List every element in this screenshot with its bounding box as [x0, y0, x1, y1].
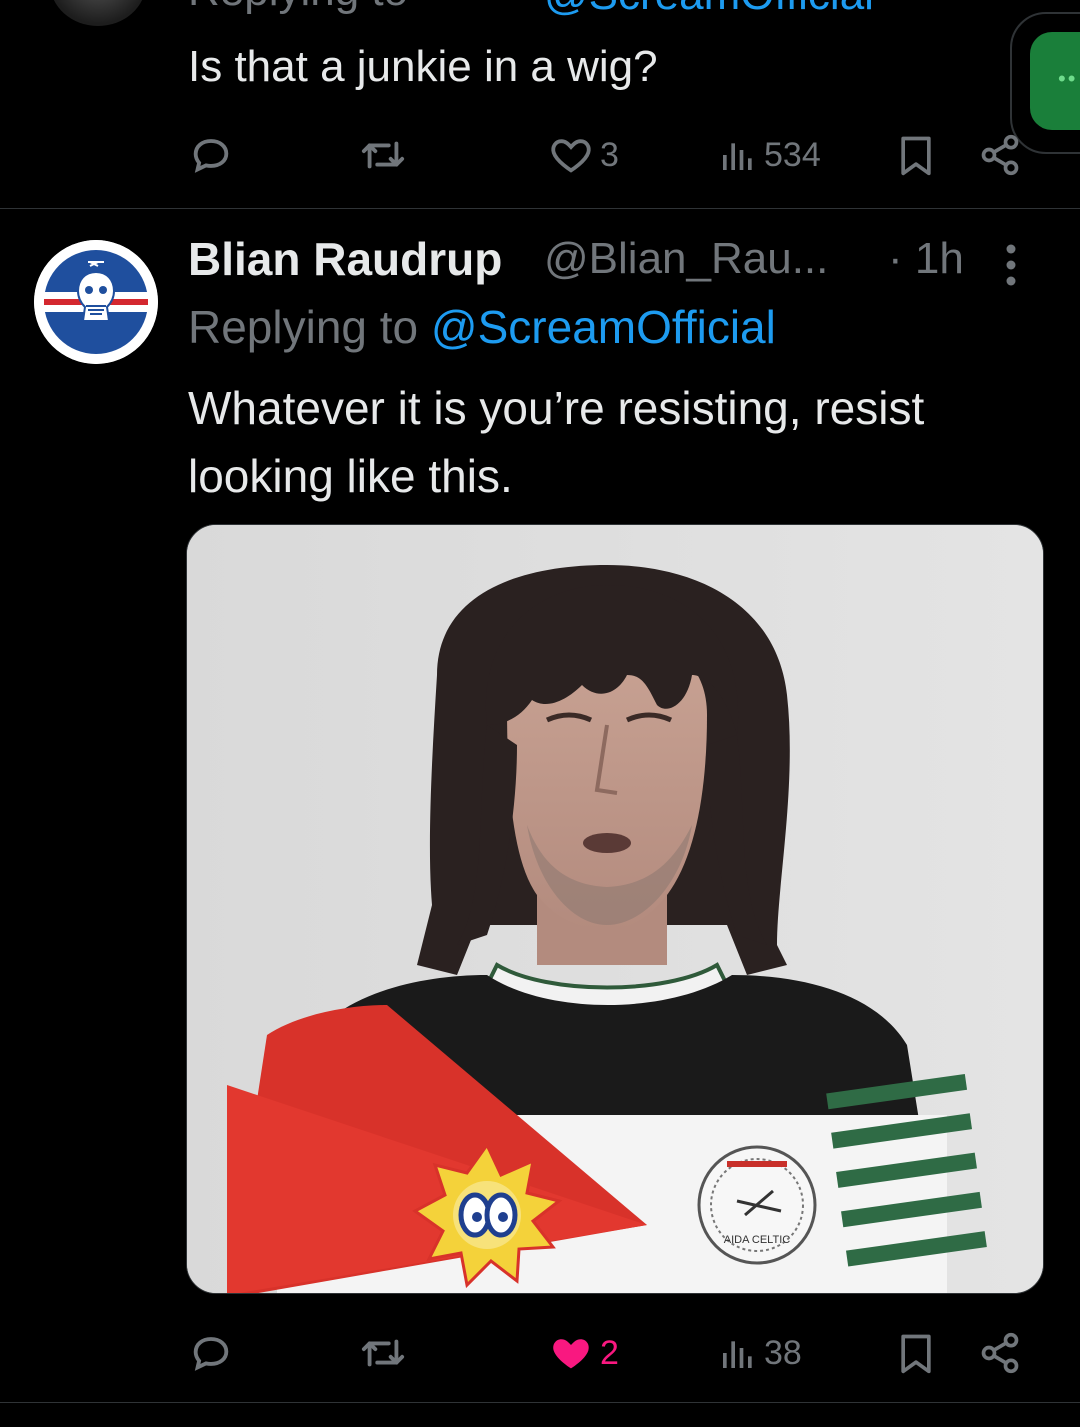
badge-text: AIDA CELTIC: [724, 1234, 790, 1246]
reply-prefix: Replying to: [188, 0, 408, 15]
reply-prefix: Replying to: [188, 301, 431, 353]
heart-icon: [551, 139, 591, 173]
reply-handle-link[interactable]: @ScreamOfficial: [431, 301, 776, 353]
timestamp-link[interactable]: · 1h: [888, 234, 964, 284]
reply-button[interactable]: [188, 1328, 234, 1378]
bookmark-button[interactable]: [894, 130, 938, 180]
share-icon: [981, 1332, 1019, 1374]
like-button[interactable]: 2: [548, 1328, 619, 1378]
like-button[interactable]: 3: [548, 130, 619, 180]
retweet-icon: [361, 1339, 405, 1367]
views-count: 38: [764, 1333, 802, 1372]
shirt-badge: AIDA CELTIC: [697, 1145, 817, 1265]
like-count: 2: [600, 1333, 619, 1372]
share-icon: [981, 134, 1019, 176]
tweet-photo[interactable]: AIDA CELTIC: [186, 524, 1044, 1294]
timeline: Replying to @ScreamOfficial Is that a ju…: [0, 0, 1080, 1427]
handle-link[interactable]: @Blian_Rau...: [544, 234, 828, 284]
inter-city-firm-badge: [34, 240, 158, 364]
reply-icon: [193, 139, 229, 173]
tweet-text: Whatever it is you’re resisting, resist …: [188, 382, 925, 502]
photo-illustration: AIDA CELTIC: [187, 525, 1043, 1293]
bookmark-icon: [901, 1334, 931, 1374]
like-count: 3: [600, 135, 619, 174]
share-button[interactable]: [978, 130, 1022, 180]
compose-fab-button[interactable]: ••: [1030, 32, 1080, 130]
tweet-header: Blian Raudrup @Blian_Rau... · 1h: [188, 230, 1048, 290]
reply-context: Replying to @ScreamOfficial: [188, 0, 874, 19]
share-button[interactable]: [978, 1328, 1022, 1378]
reply-button[interactable]: [188, 130, 234, 180]
tweet-text: Is that a junkie in a wig?: [188, 42, 658, 91]
views-button[interactable]: 38: [718, 1328, 802, 1378]
views-chart-icon: [723, 143, 752, 170]
display-name-link[interactable]: Blian Raudrup: [188, 232, 502, 286]
views-chart-icon: [723, 1341, 752, 1368]
tweet-divider: [0, 1402, 1080, 1427]
reply-handle-link[interactable]: @ScreamOfficial: [544, 0, 874, 20]
bookmark-icon: [901, 136, 931, 176]
tweet-divider: [0, 208, 1080, 209]
retweet-icon: [361, 141, 405, 169]
reply-context: Replying to @ScreamOfficial: [188, 300, 776, 354]
retweet-button[interactable]: [358, 1328, 408, 1378]
more-vertical-icon[interactable]: [1004, 242, 1018, 288]
bookmark-button[interactable]: [894, 1328, 938, 1378]
more-dots-icon: ••: [1058, 66, 1078, 91]
tweet-actions: 3 534: [188, 130, 1028, 180]
reply-icon: [193, 1337, 229, 1371]
avatar[interactable]: [34, 240, 158, 364]
retweet-button[interactable]: [358, 130, 408, 180]
tweet-actions: 2 38: [188, 1328, 1028, 1378]
views-count: 534: [764, 135, 821, 174]
avatar[interactable]: [50, 0, 146, 26]
heart-icon: [553, 1339, 589, 1369]
views-button[interactable]: 534: [718, 130, 821, 180]
